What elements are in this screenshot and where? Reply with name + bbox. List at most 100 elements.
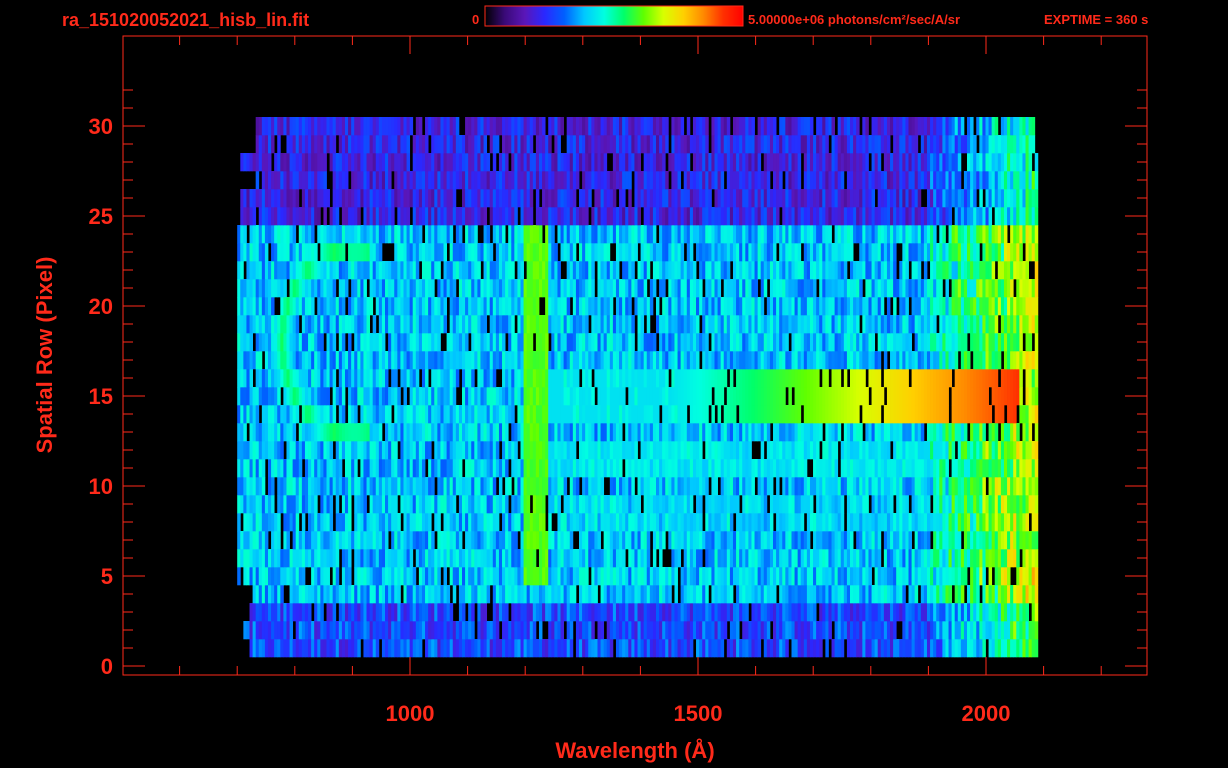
heatmap-cell xyxy=(714,603,718,622)
heatmap-cell xyxy=(850,495,854,514)
heatmap-cell xyxy=(477,603,481,622)
heatmap-cell xyxy=(551,351,555,370)
heatmap-cell xyxy=(791,603,795,622)
heatmap-cell xyxy=(403,639,407,658)
heatmap-cell xyxy=(335,477,340,496)
heatmap-cell xyxy=(354,495,358,514)
heatmap-cell xyxy=(261,423,266,442)
heatmap-cell xyxy=(668,495,672,514)
heatmap-cell xyxy=(480,639,484,658)
heatmap-cell xyxy=(625,351,629,370)
heatmap-cell xyxy=(791,441,795,460)
heatmap-cell xyxy=(794,531,799,550)
heatmap-cell xyxy=(588,495,592,514)
heatmap-cell xyxy=(779,441,783,460)
heatmap-cell xyxy=(582,477,586,496)
heatmap-cell xyxy=(385,603,389,622)
heatmap-cell xyxy=(754,459,759,478)
heatmap-cell xyxy=(819,621,823,640)
heatmap-cell xyxy=(320,441,324,460)
heatmap-cell xyxy=(723,621,728,640)
heatmap-cell xyxy=(1010,333,1014,352)
heatmap-cell xyxy=(452,441,457,460)
heatmap-cell xyxy=(933,585,937,604)
heatmap-cell xyxy=(603,387,608,406)
heatmap-cell xyxy=(1019,333,1023,352)
heatmap-cell xyxy=(976,387,980,406)
heatmap-cell xyxy=(332,279,337,298)
heatmap-cell xyxy=(542,315,546,334)
heatmap-cell xyxy=(902,459,906,478)
heatmap-cell xyxy=(702,639,706,658)
heatmap-cell xyxy=(834,531,839,550)
heatmap-cell xyxy=(659,549,663,568)
heatmap-cell xyxy=(643,639,648,658)
heatmap-cell xyxy=(997,333,1002,352)
heatmap-cell xyxy=(471,513,475,532)
heatmap-cell xyxy=(468,369,472,388)
heatmap-cell xyxy=(308,279,312,298)
heatmap-cell xyxy=(486,621,491,640)
heatmap-cell xyxy=(560,297,565,316)
heatmap-cell xyxy=(877,549,882,568)
heatmap-cell xyxy=(403,513,407,532)
heatmap-cell xyxy=(1016,513,1020,532)
heatmap-cell xyxy=(1016,369,1020,388)
heatmap-cell xyxy=(255,513,260,532)
heatmap-cell xyxy=(856,513,860,532)
heatmap-cell xyxy=(843,549,848,568)
heatmap-cell xyxy=(960,459,965,478)
heatmap-cell xyxy=(945,387,949,406)
heatmap-cell xyxy=(769,459,774,478)
heatmap-cell xyxy=(369,513,374,532)
heatmap-cell xyxy=(267,477,272,496)
heatmap-cell xyxy=(495,315,500,334)
heatmap-cell xyxy=(514,603,518,622)
heatmap-cell xyxy=(625,369,629,388)
heatmap-cell xyxy=(434,333,438,352)
heatmap-cell xyxy=(295,549,300,568)
heatmap-cell xyxy=(538,279,543,298)
heatmap-cell xyxy=(1003,297,1008,316)
heatmap-cell xyxy=(508,567,512,586)
heatmap-cell xyxy=(271,621,275,640)
heatmap-cell xyxy=(477,441,481,460)
heatmap-cell xyxy=(729,333,734,352)
heatmap-cell xyxy=(372,513,377,532)
heatmap-cell xyxy=(905,495,909,514)
heatmap-cell xyxy=(649,621,654,640)
heatmap-cell xyxy=(631,459,635,478)
heatmap-cell xyxy=(809,495,814,514)
heatmap-cell xyxy=(486,477,491,496)
heatmap-cell xyxy=(538,477,543,496)
heatmap-cell xyxy=(1025,297,1029,316)
heatmap-cell xyxy=(997,297,1002,316)
heatmap-cell xyxy=(428,585,432,604)
heatmap-cell xyxy=(982,549,986,568)
heatmap-cell xyxy=(843,585,848,604)
heatmap-cell xyxy=(292,495,297,514)
heatmap-cell xyxy=(754,369,759,388)
heatmap-cell xyxy=(1028,351,1033,370)
heatmap-cell xyxy=(409,531,414,550)
heatmap-cell xyxy=(492,387,497,406)
heatmap-cell xyxy=(976,315,980,334)
heatmap-cell xyxy=(446,459,451,478)
heatmap-cell xyxy=(415,441,420,460)
heatmap-cell xyxy=(926,567,931,586)
heatmap-cell xyxy=(797,567,802,586)
heatmap-cell xyxy=(822,549,826,568)
heatmap-cell xyxy=(505,369,509,388)
heatmap-cell xyxy=(409,351,414,370)
heatmap-cell xyxy=(748,333,752,352)
heatmap-cell xyxy=(763,585,768,604)
heatmap-cell xyxy=(828,477,832,496)
heatmap-cell xyxy=(406,369,411,388)
heatmap-cell xyxy=(668,603,672,622)
heatmap-cell xyxy=(1034,405,1039,424)
heatmap-cell xyxy=(381,567,386,586)
heatmap-cell xyxy=(477,621,481,640)
heatmap-cell xyxy=(465,549,469,568)
heatmap-cell xyxy=(1034,513,1039,532)
heatmap-cell xyxy=(338,585,343,604)
